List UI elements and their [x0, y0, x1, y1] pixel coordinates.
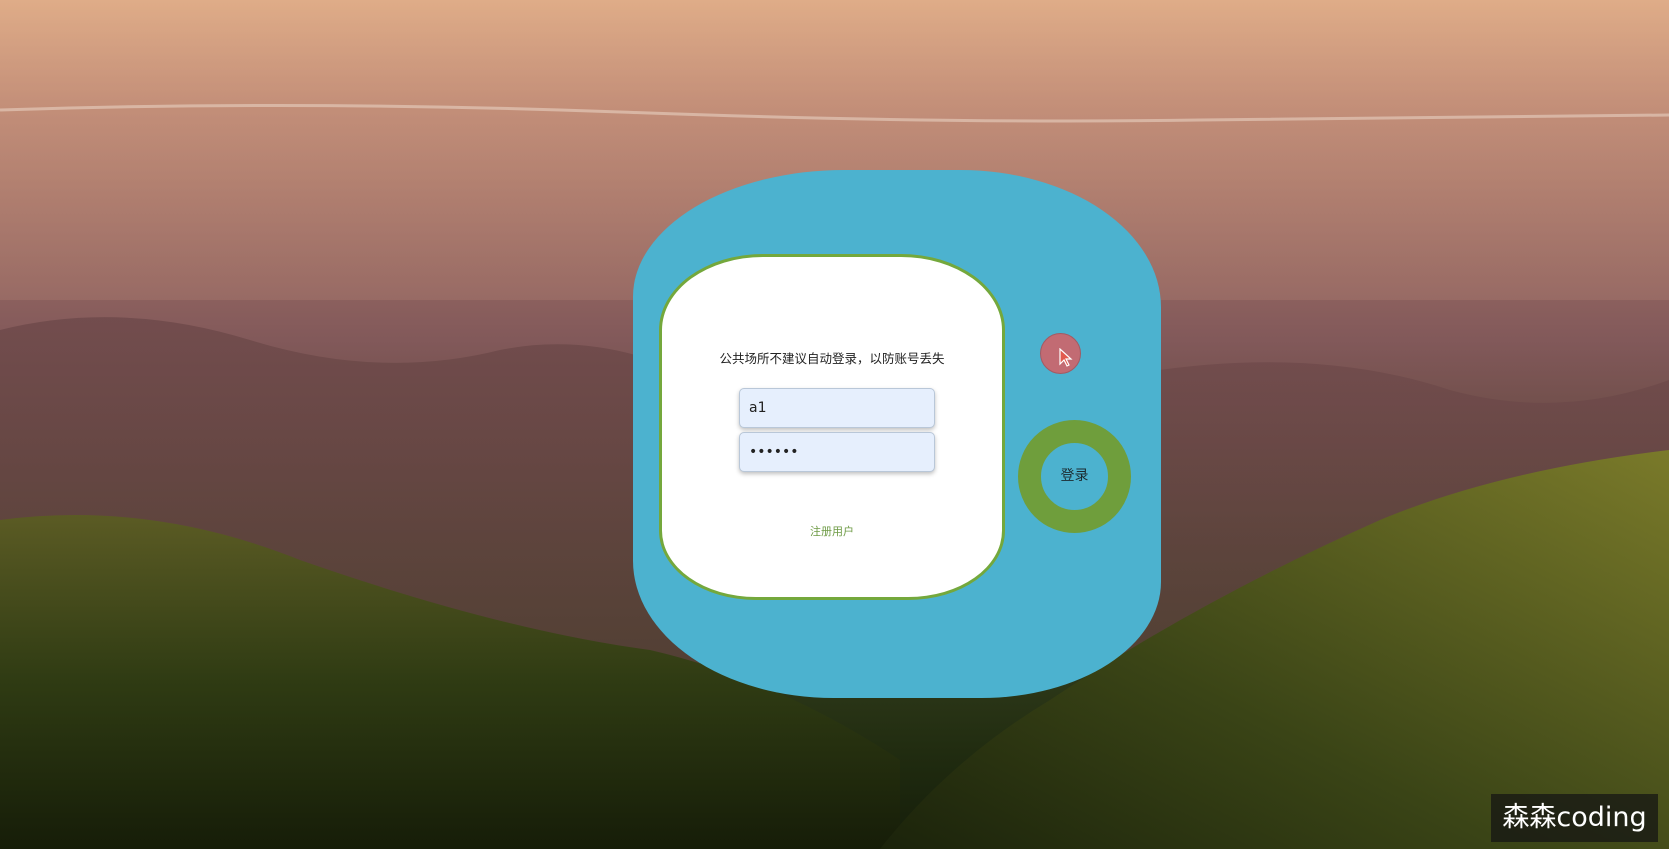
- login-form-panel: 公共场所不建议自动登录，以防账号丢失 a1 •••••• 注册用户: [659, 254, 1005, 600]
- auto-login-notice: 公共场所不建议自动登录，以防账号丢失: [719, 351, 945, 366]
- watermark: 森森coding: [1491, 794, 1658, 842]
- login-button-label: 登录: [1060, 468, 1089, 484]
- username-input[interactable]: a1: [739, 388, 935, 428]
- mouse-pointer-icon: [1059, 348, 1073, 367]
- login-button[interactable]: 登录: [1018, 420, 1131, 533]
- register-link[interactable]: 注册用户: [662, 523, 1002, 539]
- password-input[interactable]: ••••••: [739, 432, 935, 472]
